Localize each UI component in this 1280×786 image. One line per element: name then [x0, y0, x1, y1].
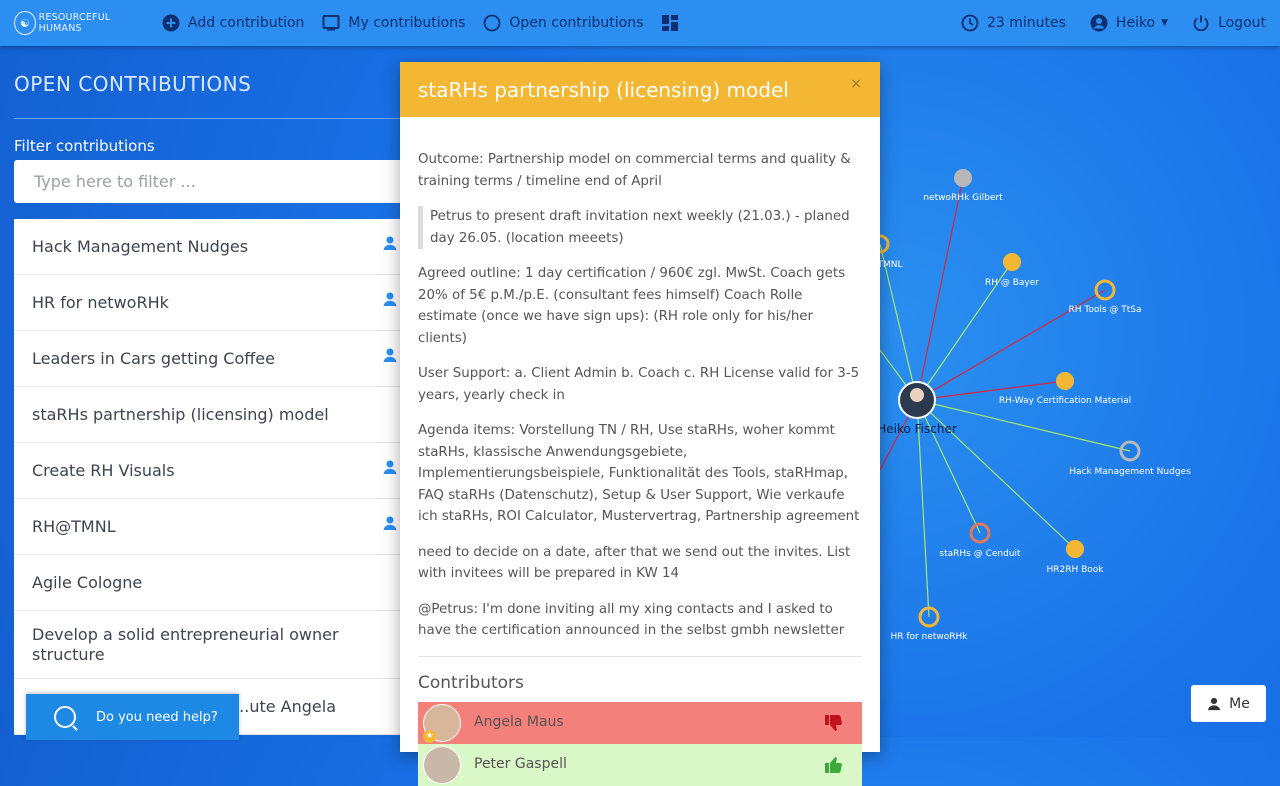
divider [418, 655, 862, 657]
description-paragraph: need to decide on a date, after that we … [418, 544, 851, 582]
graph-node-label: RH @ Bayer [985, 278, 1039, 288]
chat-bubble-icon [54, 706, 76, 728]
graph-node [954, 169, 972, 187]
clock-icon [961, 14, 979, 32]
modal-title: staRHs partnership (licensing) model [418, 77, 789, 102]
person-icon [1208, 697, 1221, 710]
graph-center-label: Heiko Fischer [877, 422, 957, 436]
help-label: Do you need help? [96, 709, 218, 725]
dashboard-link[interactable] [661, 14, 687, 32]
my-contributions-label: My contributions [348, 15, 466, 31]
outcome-text: Outcome: Partnership model on commercial… [418, 152, 851, 189]
help-button[interactable]: Do you need help? [26, 694, 239, 740]
graph-node-label: HR for netwoRHk [890, 632, 968, 642]
me-label: Me [1229, 695, 1250, 712]
add-contribution-link[interactable]: Add contribution [162, 14, 304, 32]
app-logo[interactable]: ☯ RESOURCEFUL HUMANS [14, 11, 144, 35]
timer-label: 23 minutes [986, 15, 1066, 31]
contributor-name: Peter Gaspell [474, 756, 567, 773]
blockquote-text: Petrus to present draft invitation next … [418, 206, 862, 249]
plus-circle-icon [162, 14, 180, 32]
user-circle-icon [1090, 14, 1108, 32]
graph-node-label: Hack Management Nudges [1069, 467, 1191, 477]
logout-link[interactable]: Logout [1192, 14, 1266, 32]
contributor-name: Angela Maus [474, 714, 564, 731]
graph-node-label: RH-Way Certification Material [998, 396, 1132, 406]
description-paragraph: Agreed outline: 1 day certification / 96… [418, 266, 846, 346]
user-menu[interactable]: Heiko ▼ [1090, 14, 1168, 32]
graph-node [1066, 540, 1084, 558]
description-paragraph: @Petrus: I'm done inviting all my xing c… [418, 601, 845, 639]
modal-body: Outcome: Partnership model on commercial… [400, 117, 880, 786]
contributor-row[interactable]: Peter Gaspell [418, 744, 862, 786]
thumbs-up-icon[interactable] [824, 755, 844, 775]
modal-header: staRHs partnership (licensing) model × [400, 62, 880, 117]
open-contributions-link[interactable]: Open contributions [483, 14, 643, 32]
chevron-down-icon: ▼ [1161, 18, 1169, 28]
contributor-row[interactable]: ★ Angela Maus [418, 702, 862, 744]
power-icon [1192, 14, 1210, 32]
avatar: ★ [423, 704, 461, 743]
me-button[interactable]: Me [1191, 685, 1266, 722]
graph-node-label: RH Tools @ TtSa [1068, 305, 1142, 315]
top-navbar: ☯ RESOURCEFUL HUMANS Add contribution My… [0, 0, 1280, 46]
avatar [423, 746, 461, 784]
graph-node [1003, 253, 1021, 271]
description-paragraph: User Support: a. Client Admin b. Coach c… [418, 366, 860, 403]
graph-node-label: TMNL [877, 260, 903, 270]
graph-node [1056, 372, 1074, 390]
dashboard-grid-icon [661, 14, 679, 32]
logo-text: RESOURCEFUL HUMANS [38, 12, 111, 34]
circle-outline-icon [483, 14, 501, 32]
my-contributions-link[interactable]: My contributions [322, 14, 465, 32]
graph-node-label: staRHs @ Cenduit [939, 549, 1021, 559]
contributors-heading: Contributors [418, 672, 524, 693]
user-name: Heiko [1115, 15, 1156, 31]
logo-icon: ☯ [14, 11, 36, 35]
thumbs-down-icon[interactable] [824, 713, 844, 733]
monitor-icon [322, 14, 340, 32]
timer-display[interactable]: 23 minutes [961, 14, 1066, 32]
graph-node-label: netwoRHk Gilbert [923, 193, 1003, 203]
contribution-modal: staRHs partnership (licensing) model × O… [400, 62, 880, 786]
logout-label: Logout [1218, 15, 1266, 31]
open-contributions-label: Open contributions [509, 15, 644, 31]
description-paragraph: Agenda items: Vorstellung TN / RH, Use s… [418, 423, 860, 524]
close-icon[interactable]: × [850, 76, 862, 92]
graph-node-label: HR2RH Book [1046, 565, 1104, 575]
add-contribution-label: Add contribution [188, 15, 305, 31]
